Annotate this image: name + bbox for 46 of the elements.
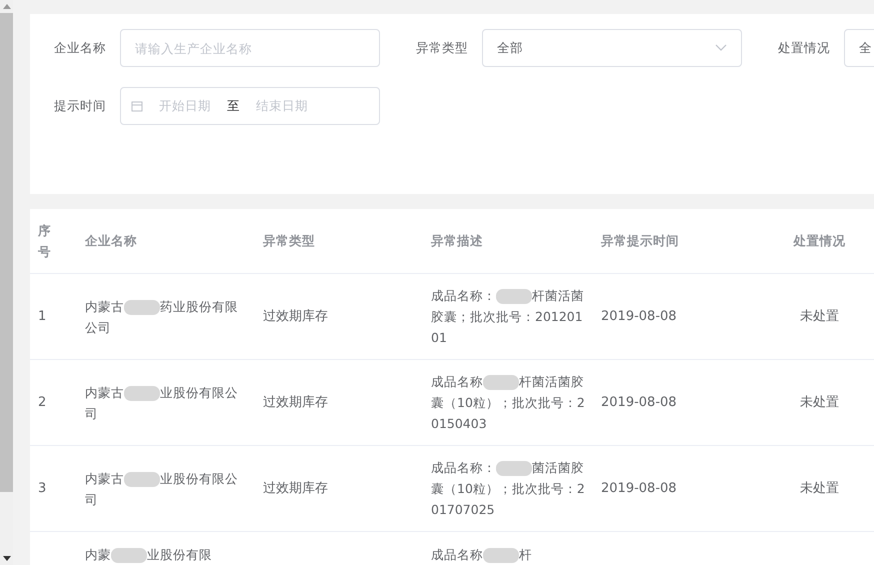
table-cell: 过效期库存 (263, 395, 328, 410)
scroll-down-icon[interactable] (2, 556, 10, 561)
table-cell-text: 内蒙古 药业股份有限公司 (85, 298, 239, 336)
blurred-redaction (124, 472, 160, 487)
column-header: 异常描述 (431, 233, 483, 248)
table-cell: 2019-08-08 (601, 309, 677, 324)
column-header: 异常类型 (263, 233, 315, 248)
filter-label: 企业名称 (54, 40, 107, 56)
blurred-redaction (483, 548, 519, 564)
scroll-up-icon[interactable] (2, 4, 10, 9)
chevron-down-icon (715, 44, 727, 52)
table-cell: 未处置 (800, 309, 839, 324)
table-cell: 过效期库存 (263, 309, 328, 324)
date-range-field[interactable]: 开始日期 至 结束日期 (120, 87, 380, 125)
blurred-redaction (124, 386, 160, 401)
blurred-redaction (124, 300, 160, 315)
table-cell: 3 (38, 481, 46, 496)
table-cell-text: 内蒙 业股份有限 (85, 546, 213, 565)
filter-label: 异常类型 (416, 40, 469, 56)
table-cell-text: 内蒙古 业股份有限公司 (85, 470, 239, 508)
blurred-redaction (496, 289, 532, 304)
filter-label: 提示时间 (54, 98, 107, 114)
blurred-redaction (496, 461, 532, 476)
table-cell: 2019-08-08 (601, 481, 677, 496)
table-cell-text: 成品名称： 杆菌活菌胶囊；批次批号：20120101 (431, 287, 585, 347)
column-header: 异常提示时间 (601, 233, 679, 248)
table-cell-text: 成品名称 杆 (431, 546, 533, 565)
filter-label: 处置情况 (778, 40, 831, 56)
blurred-redaction (111, 548, 147, 564)
table-cell: 1 (38, 309, 46, 324)
column-header: 企业名称 (85, 233, 137, 248)
column-header: 序号 (38, 222, 50, 261)
select-field[interactable]: 全部 (482, 29, 742, 67)
table-cell: 未处置 (800, 481, 839, 496)
calendar-icon (131, 100, 143, 112)
blurred-redaction (483, 375, 519, 390)
table-cell-text: 内蒙古 业股份有限公司 (85, 384, 239, 422)
column-header: 处置情况 (794, 233, 846, 248)
table-cell-text: 成品名称： 菌活菌胶囊（10粒）；批次批号：201707025 (431, 459, 586, 519)
table-cell-text: 成品名称 杆菌活菌胶囊（10粒）；批次批号：20150403 (431, 373, 586, 433)
select-field[interactable]: 全 (844, 29, 874, 67)
table-cell: 过效期库存 (263, 481, 328, 496)
company-name-input[interactable]: 请输入生产企业名称 (120, 29, 380, 67)
table-cell: 未处置 (800, 395, 839, 410)
table-cell: 2019-08-08 (601, 395, 677, 410)
table-cell: 2 (38, 395, 46, 410)
